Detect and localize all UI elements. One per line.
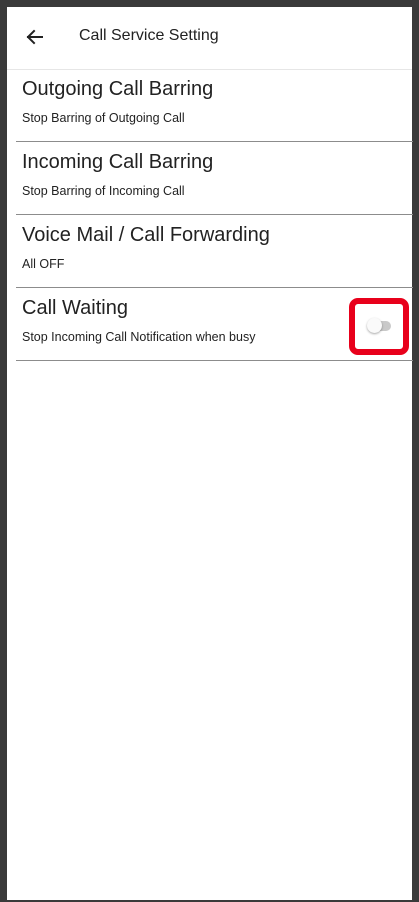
divider [16,360,413,361]
setting-item-incoming-call-barring[interactable]: Incoming Call Barring Stop Barring of In… [16,143,413,215]
setting-item-summary: Stop Incoming Call Notification when bus… [22,330,256,344]
app-bar: Call Service Setting [7,7,412,70]
divider [16,287,413,288]
setting-item-title: Voice Mail / Call Forwarding [22,224,270,246]
call-waiting-toggle[interactable] [367,318,391,333]
setting-item-summary: All OFF [22,257,65,271]
setting-item-summary: Stop Barring of Outgoing Call [22,111,185,125]
setting-item-outgoing-call-barring[interactable]: Outgoing Call Barring Stop Barring of Ou… [16,70,413,142]
divider [16,214,413,215]
screen-frame: Call Service Setting Outgoing Call Barri… [0,0,419,902]
setting-item-summary: Stop Barring of Incoming Call [22,184,185,198]
setting-item-voice-mail-call-forwarding[interactable]: Voice Mail / Call Forwarding All OFF [16,216,413,288]
toggle-thumb [367,318,382,333]
setting-item-title: Call Waiting [22,297,128,319]
setting-item-title: Incoming Call Barring [22,151,214,173]
back-button[interactable] [21,23,49,51]
page-title: Call Service Setting [79,27,219,44]
arrow-left-icon [26,29,43,45]
call-waiting-toggle-highlight[interactable] [349,298,409,355]
setting-item-title: Outgoing Call Barring [22,78,214,100]
divider [16,141,413,142]
setting-item-call-waiting[interactable]: Call Waiting Stop Incoming Call Notifica… [16,289,413,361]
